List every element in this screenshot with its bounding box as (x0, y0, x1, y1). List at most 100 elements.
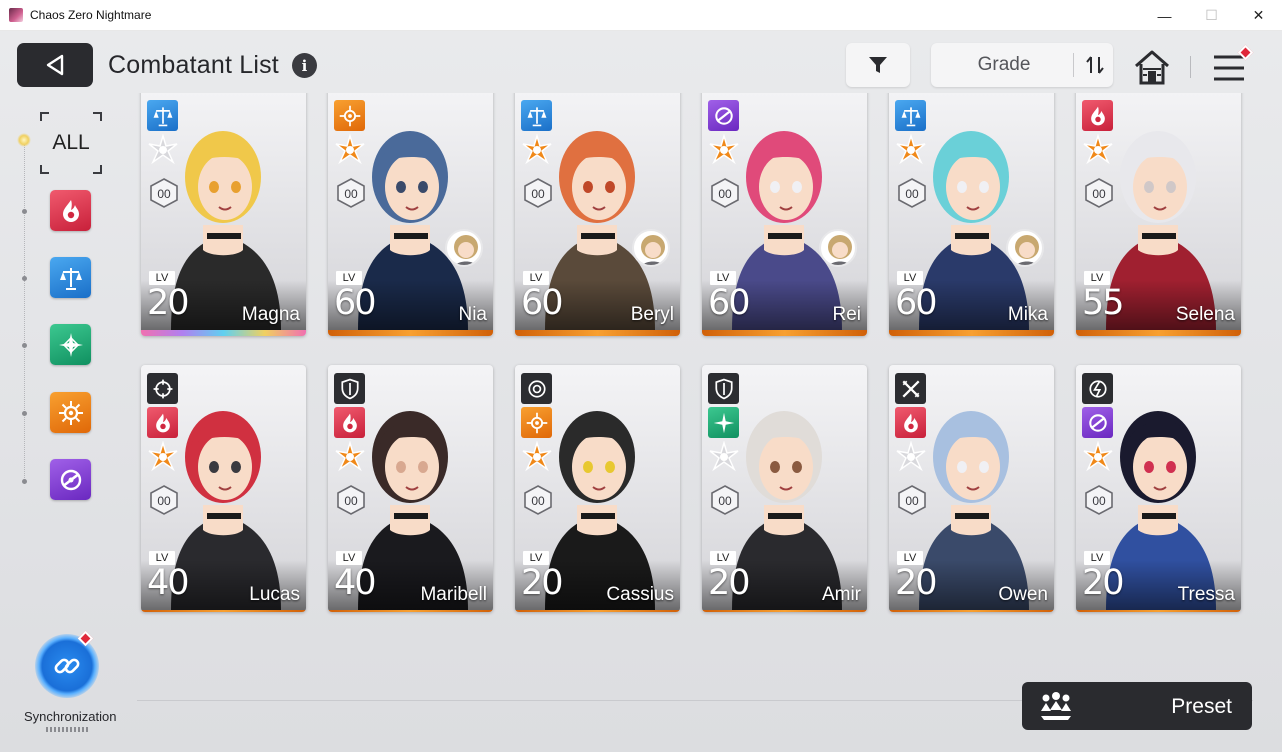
combatant-card[interactable]: 00 LV 20 Amir (702, 365, 867, 612)
sidebar-dot (22, 209, 27, 214)
sort-order-button[interactable] (1077, 43, 1113, 87)
sort-selector[interactable]: Grade (931, 43, 1113, 87)
level-value: 60 (708, 283, 751, 323)
grade-hex-badge: 00 (337, 485, 365, 515)
filter-void-button[interactable] (50, 459, 91, 500)
sidebar-guide-line (24, 139, 25, 484)
combatant-card[interactable]: 00 LV 55 Selena (1076, 93, 1241, 336)
controller-role-icon (521, 373, 552, 404)
filter-order-button[interactable] (50, 324, 91, 365)
combatant-card[interactable]: 00 LV 20 Magna (141, 93, 306, 336)
combatant-grid: 00 LV 20 Magna 00 LV 60 Nia 00 LV 60 Beryl 00 LV 60 Rei… (130, 93, 1255, 665)
combatant-card[interactable]: 00 LV 60 Nia (328, 93, 493, 336)
grade-hex-badge: 00 (524, 485, 552, 515)
instinct-attribute-icon (58, 400, 83, 425)
partner-avatar (819, 229, 857, 267)
combatant-card[interactable]: 00 LV 40 Maribell (328, 365, 493, 612)
filter-instinct-button[interactable] (50, 392, 91, 433)
passion-attribute-icon (147, 407, 178, 438)
synchronization-button[interactable]: Synchronization (24, 629, 117, 749)
grade-badge-text: 00 (531, 187, 545, 201)
grade-badge-text: 00 (1092, 494, 1106, 508)
rarity-strip (328, 330, 493, 336)
level-value: 60 (334, 283, 377, 323)
close-button[interactable]: ✕ (1235, 0, 1282, 31)
rarity-strip (141, 330, 306, 336)
grade-badge-text: 00 (531, 494, 545, 508)
sidebar-dot (22, 343, 27, 348)
back-arrow-icon (46, 54, 64, 76)
window-title: Chaos Zero Nightmare (30, 8, 152, 22)
sort-label[interactable]: Grade (931, 43, 1077, 87)
combatant-card[interactable]: 00 LV 20 Cassius (515, 365, 680, 612)
sidebar-dot (22, 276, 27, 281)
instinct-attribute-icon (334, 100, 365, 131)
partner-avatar (632, 229, 670, 267)
combatant-card[interactable]: 00 LV 20 Tressa (1076, 365, 1241, 612)
passion-attribute-icon (334, 407, 365, 438)
level-value: 60 (895, 283, 938, 323)
level-value: 20 (1082, 563, 1125, 603)
instinct-attribute-icon (521, 407, 552, 438)
striker-role-icon (895, 373, 926, 404)
maximize-button[interactable]: ☐ (1188, 0, 1235, 31)
rarity-strip (702, 610, 867, 612)
vanguard-class-icon (335, 441, 365, 472)
combatant-card[interactable]: 00 LV 40 Lucas (141, 365, 306, 612)
vanguard-class-icon (522, 134, 552, 165)
info-button[interactable]: i (292, 53, 317, 78)
combatant-name: Owen (998, 584, 1048, 605)
combatant-name: Mika (1007, 304, 1048, 325)
grade-badge-text: 00 (344, 187, 358, 201)
filter-justice-button[interactable] (50, 257, 91, 298)
level-value: 20 (521, 563, 564, 603)
grade-badge-text: 00 (157, 494, 171, 508)
grade-hex-badge: 00 (1085, 485, 1113, 515)
combatant-name: Beryl (630, 304, 674, 325)
minimize-button[interactable]: — (1141, 0, 1188, 31)
combatant-name: Maribell (420, 584, 487, 605)
filter-icon (869, 57, 887, 73)
grade-badge-text: 00 (344, 494, 358, 508)
combatant-card[interactable]: 00 LV 60 Mika (889, 93, 1054, 336)
grade-hex-badge: 00 (898, 178, 926, 208)
justice-attribute-icon (895, 100, 926, 131)
rarity-strip (702, 330, 867, 336)
level-value: 55 (1082, 283, 1125, 323)
vanguard-class-icon (896, 134, 926, 165)
combatant-name: Magna (241, 304, 300, 325)
filter-all-button[interactable]: ALL (40, 112, 102, 174)
combatant-card[interactable]: 00 LV 60 Rei (702, 93, 867, 336)
selection-corner (40, 165, 49, 174)
rarity-strip (141, 610, 306, 612)
sidebar-dot (22, 411, 27, 416)
combatant-name: Rei (832, 304, 861, 325)
filter-button[interactable] (846, 43, 910, 87)
preset-label: Preset (1171, 695, 1232, 718)
combatant-name: Amir (821, 584, 861, 605)
preset-button[interactable]: Preset (1022, 682, 1252, 730)
hunter-role-icon (147, 373, 178, 404)
game-viewport: Combatant List i Grade ALL 00 LV 20 Magn… (0, 31, 1282, 752)
rarity-strip (1076, 610, 1241, 612)
sidebar-dot (22, 479, 27, 484)
page-title: Combatant List (108, 51, 279, 79)
combatant-card[interactable]: 00 LV 20 Owen (889, 365, 1054, 612)
combatant-name: Selena (1175, 304, 1235, 325)
combatant-card[interactable]: 00 LV 60 Beryl (515, 93, 680, 336)
rarity-strip (1076, 330, 1241, 336)
vanguard-class-icon (148, 441, 178, 472)
home-button[interactable] (1132, 47, 1172, 87)
level-value: 20 (895, 563, 938, 603)
selection-corner (93, 112, 102, 121)
striker-class-icon (896, 441, 926, 472)
back-button[interactable] (17, 43, 93, 87)
main-menu-button[interactable] (1210, 44, 1254, 87)
combatant-name: Tressa (1177, 584, 1235, 605)
filter-passion-button[interactable] (50, 190, 91, 231)
grade-hex-badge: 00 (150, 485, 178, 515)
grade-hex-badge: 00 (1085, 178, 1113, 208)
grade-hex-badge: 00 (524, 178, 552, 208)
combatant-name: Nia (458, 304, 487, 325)
vanguard-class-icon (1083, 441, 1113, 472)
